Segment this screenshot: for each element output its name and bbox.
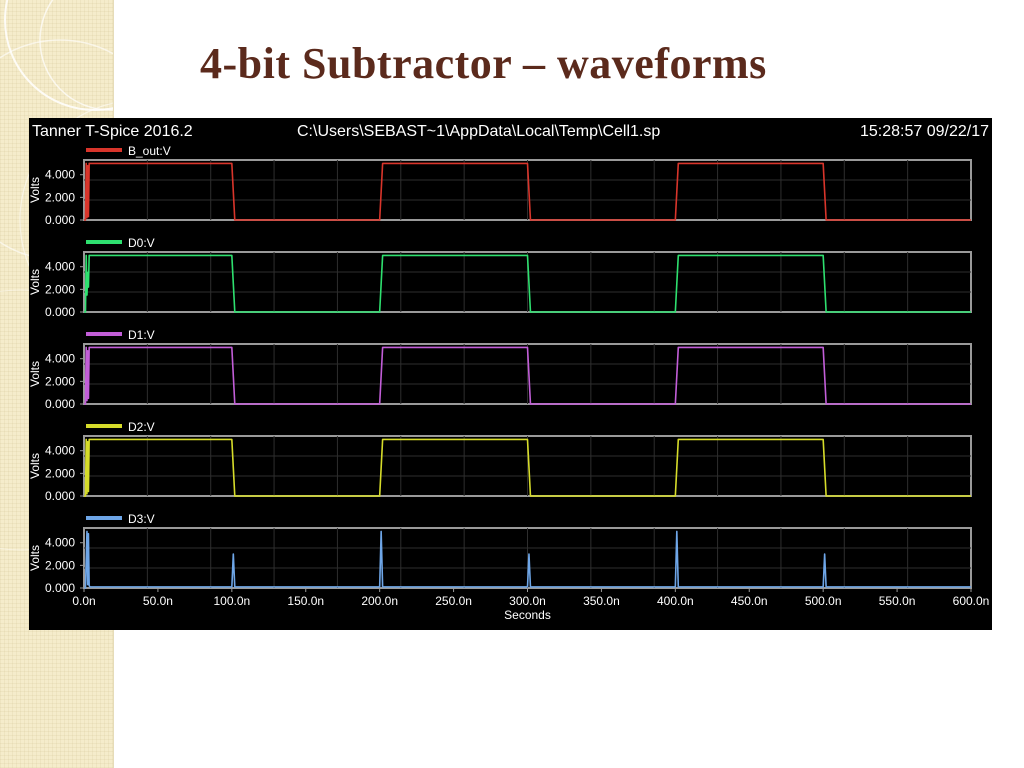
waveform-chart: Tanner T-Spice 2016.2 C:\Users\SEBAST~1\… — [29, 123, 990, 622]
waveform-viewer: Tanner T-Spice 2016.2 C:\Users\SEBAST~1\… — [29, 118, 992, 630]
x-tick-label: 300.0n — [509, 594, 546, 608]
legend-label: D1:V — [128, 328, 155, 342]
y-tick-label: 4.000 — [45, 260, 75, 274]
x-tick-label: 250.0n — [435, 594, 472, 608]
app-title: Tanner T-Spice 2016.2 — [32, 123, 193, 140]
y-tick-label: 0.000 — [45, 397, 75, 411]
x-axis-label: Seconds — [504, 608, 551, 622]
y-axis-label: Volts — [29, 361, 42, 387]
x-tick-label: 600.0n — [953, 594, 990, 608]
y-tick-label: 2.000 — [45, 374, 75, 388]
x-tick-label: 50.0n — [143, 594, 173, 608]
y-tick-label: 2.000 — [45, 466, 75, 480]
x-tick-label: 0.0n — [72, 594, 95, 608]
legend-label: D2:V — [128, 420, 155, 434]
waveform-panel: D2:V 0.000 2.000 4.000Volts — [29, 420, 972, 503]
y-tick-label: 4.000 — [45, 352, 75, 366]
y-axis-label: Volts — [29, 177, 42, 203]
waveform-panel: D1:V 0.000 2.000 4.000Volts — [29, 328, 972, 411]
y-axis-label: Volts — [29, 453, 42, 479]
y-axis-label: Volts — [29, 269, 42, 295]
y-tick-label: 2.000 — [45, 558, 75, 572]
y-tick-label: 4.000 — [45, 536, 75, 550]
x-tick-label: 500.0n — [805, 594, 842, 608]
waveform-panel: D0:V 0.000 2.000 4.000Volts — [29, 236, 972, 319]
x-tick-label: 150.0n — [287, 594, 324, 608]
slide-title: 4-bit Subtractor – waveforms — [200, 39, 767, 88]
y-tick-label: 2.000 — [45, 190, 75, 204]
x-tick-label: 550.0n — [879, 594, 916, 608]
timestamp: 15:28:57 09/22/17 — [860, 123, 989, 140]
y-tick-label: 0.000 — [45, 581, 75, 595]
x-tick-label: 450.0n — [731, 594, 768, 608]
x-tick-label: 400.0n — [657, 594, 694, 608]
file-path: C:\Users\SEBAST~1\AppData\Local\Temp\Cel… — [297, 123, 660, 140]
x-tick-label: 350.0n — [583, 594, 620, 608]
y-tick-label: 0.000 — [45, 213, 75, 227]
y-tick-label: 4.000 — [45, 444, 75, 458]
legend-label: D0:V — [128, 236, 155, 250]
y-tick-label: 0.000 — [45, 305, 75, 319]
legend-label: D3:V — [128, 512, 155, 526]
y-tick-label: 2.000 — [45, 282, 75, 296]
x-tick-label: 100.0n — [213, 594, 250, 608]
waveform-panel: D3:V 0.000 2.000 4.000Volts — [29, 512, 972, 595]
x-tick-label: 200.0n — [361, 594, 398, 608]
y-tick-label: 0.000 — [45, 489, 75, 503]
legend-label: B_out:V — [128, 144, 171, 158]
y-axis-label: Volts — [29, 545, 42, 571]
waveform-panel: B_out:V 0.000 2.000 4.000Volts — [29, 144, 972, 227]
y-tick-label: 4.000 — [45, 168, 75, 182]
